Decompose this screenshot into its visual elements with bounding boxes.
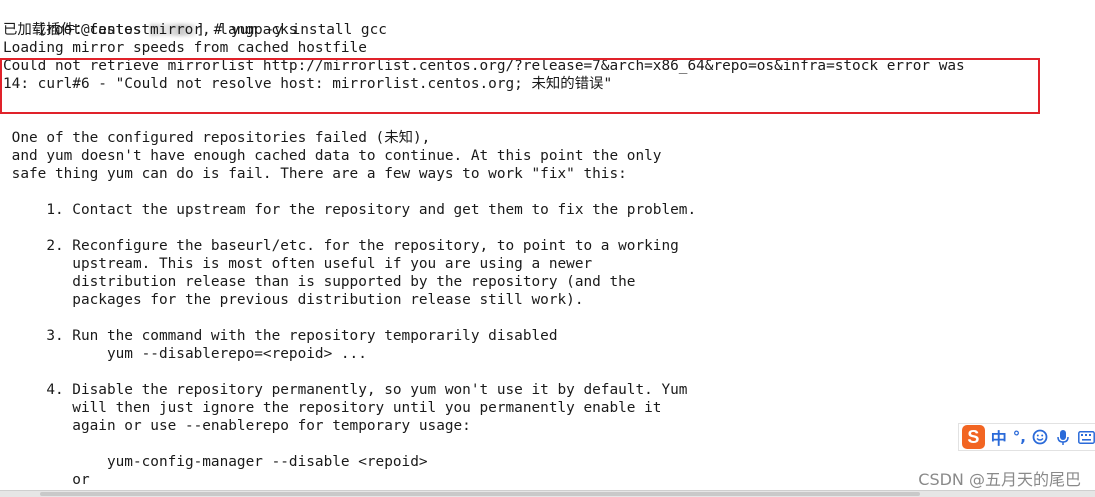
- output-line: 已加载插件：fastestmirror, langpacks: [3, 22, 298, 38]
- scrollbar-thumb[interactable]: [40, 492, 920, 496]
- output-line: Loading mirror speeds from cached hostfi…: [3, 40, 367, 56]
- keyboard-icon[interactable]: [1078, 428, 1095, 446]
- ime-toolbar[interactable]: S 中 °,: [958, 423, 1095, 451]
- output-line: 3. Run the command with the repository t…: [3, 328, 558, 344]
- output-line: upstream. This is most often useful if y…: [3, 256, 593, 272]
- command-prompt-line: [root@centos ] # yum -y install gcc: [3, 3, 387, 38]
- output-line: 4. Disable the repository permanently, s…: [3, 382, 688, 398]
- output-line: will then just ignore the repository unt…: [3, 400, 662, 416]
- ime-mode-toggle[interactable]: 中: [991, 425, 1007, 449]
- output-line: safe thing yum can do is fail. There are…: [3, 166, 627, 182]
- csdn-watermark: CSDN @五月天的尾巴: [918, 470, 1081, 489]
- microphone-icon[interactable]: [1055, 428, 1072, 446]
- error-highlight-box: [0, 58, 1040, 114]
- output-line: packages for the previous distribution r…: [3, 292, 584, 308]
- output-line: again or use --enablerepo for temporary …: [3, 418, 471, 434]
- output-line: One of the configured repositories faile…: [3, 130, 431, 146]
- output-line: distribution release than is supported b…: [3, 274, 636, 290]
- ime-punctuation-toggle[interactable]: °,: [1013, 428, 1026, 446]
- output-line: yum-config-manager --disable <repoid>: [3, 454, 428, 470]
- output-line: and yum doesn't have enough cached data …: [3, 148, 662, 164]
- output-line: 1. Contact the upstream for the reposito…: [3, 202, 697, 218]
- output-line: or: [3, 472, 90, 488]
- output-line: yum --disablerepo=<repoid> ...: [3, 346, 367, 362]
- output-line: 2. Reconfigure the baseurl/etc. for the …: [3, 238, 679, 254]
- sogou-logo-icon[interactable]: S: [962, 425, 985, 449]
- emoji-icon[interactable]: [1032, 428, 1049, 446]
- terminal-window[interactable]: [root@centos ] # yum -y install gcc 已加载插…: [0, 0, 1095, 490]
